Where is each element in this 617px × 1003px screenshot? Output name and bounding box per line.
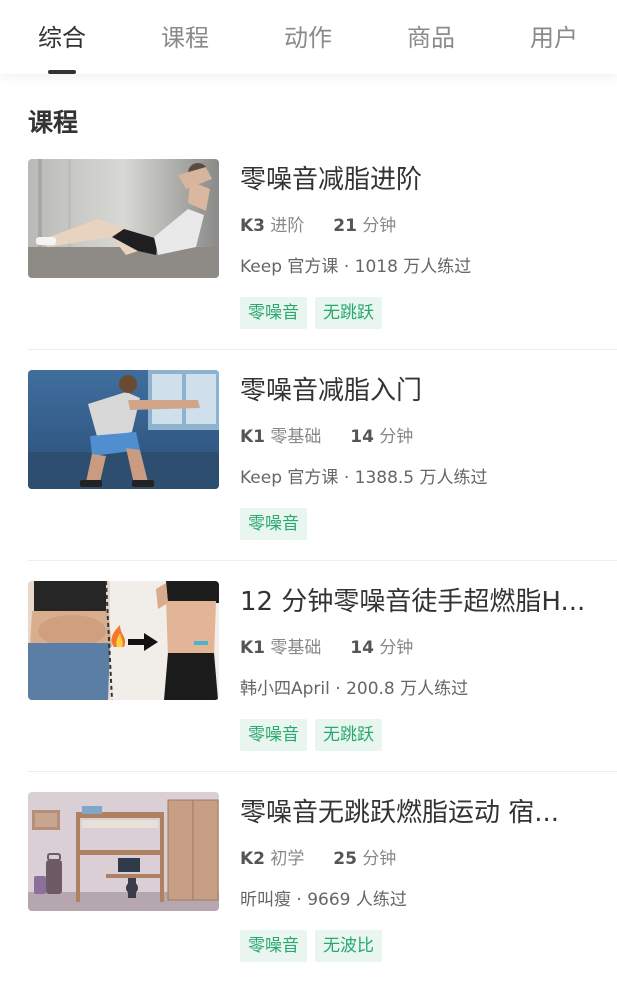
tab-exercises[interactable]: 动作 (248, 18, 368, 58)
course-duration-unit: 分钟 (379, 427, 414, 447)
course-tags: 零噪音 无跳跃 (240, 297, 390, 329)
course-duration: 21 (333, 216, 357, 236)
tab-users[interactable]: 用户 (494, 18, 614, 58)
before-after-photo-image (28, 581, 219, 700)
course-item[interactable]: 零噪音减脂入门 K1 零基础 14 分钟 Keep 官方课 · 1388.5 万… (0, 370, 617, 581)
course-tag: 无跳跃 (315, 719, 382, 751)
course-tag: 零噪音 (240, 930, 307, 962)
tab-all[interactable]: 综合 (2, 18, 122, 58)
squat-photo-image (28, 370, 219, 489)
course-source: 韩小四April · 200.8 万人练过 (240, 679, 469, 699)
course-meta: K1 零基础 14 分钟 (240, 424, 413, 450)
course-item[interactable]: 零噪音无跳跃燃脂运动 宿... K2 初学 25 分钟 昕叫瘦 · 9669 人… (0, 792, 617, 1003)
course-meta: K3 进阶 21 分钟 (240, 213, 396, 239)
course-level-text: 零基础 (270, 427, 322, 447)
course-meta: K2 初学 25 分钟 (240, 846, 396, 872)
course-tag: 零噪音 (240, 508, 307, 540)
course-duration: 14 (350, 638, 374, 658)
course-duration-unit: 分钟 (379, 638, 414, 658)
course-title: 12 分钟零噪音徒手超燃脂H... (240, 587, 586, 617)
search-tab-bar: 综合 课程 动作 商品 用户 (0, 0, 617, 74)
tab-courses[interactable]: 课程 (125, 18, 245, 58)
sit-up-photo-image (28, 159, 219, 278)
course-thumbnail (28, 792, 219, 911)
course-title: 零噪音无跳跃燃脂运动 宿... (240, 798, 560, 828)
course-source: Keep 官方课 · 1388.5 万人练过 (240, 468, 488, 488)
divider (28, 349, 617, 350)
course-duration-unit: 分钟 (362, 216, 397, 236)
course-tag: 零噪音 (240, 297, 307, 329)
course-level: K1 (240, 427, 266, 447)
course-level-text: 进阶 (270, 216, 305, 236)
dorm-room-illustration-image (28, 792, 219, 911)
course-thumbnail (28, 159, 219, 278)
course-source: Keep 官方课 · 1018 万人练过 (240, 257, 472, 277)
course-level-text: 零基础 (270, 638, 322, 658)
course-meta: K1 零基础 14 分钟 (240, 635, 413, 661)
course-tags: 零噪音 无跳跃 (240, 719, 390, 751)
course-duration: 25 (333, 849, 357, 869)
course-title: 零噪音减脂进阶 (240, 165, 423, 195)
course-thumbnail (28, 370, 219, 489)
course-tag: 无波比 (315, 930, 382, 962)
course-duration-unit: 分钟 (362, 849, 397, 869)
course-level-text: 初学 (270, 849, 305, 869)
course-tag: 零噪音 (240, 719, 307, 751)
course-item[interactable]: 12 分钟零噪音徒手超燃脂H... K1 零基础 14 分钟 韩小四April … (0, 581, 617, 792)
course-level: K2 (240, 849, 266, 869)
course-item[interactable]: 零噪音减脂进阶 K3 进阶 21 分钟 Keep 官方课 · 1018 万人练过… (0, 159, 617, 370)
divider (28, 771, 617, 772)
course-source: 昕叫瘦 · 9669 人练过 (240, 890, 407, 910)
course-title: 零噪音减脂入门 (240, 376, 423, 406)
course-thumbnail (28, 581, 219, 700)
course-level: K1 (240, 638, 266, 658)
section-title: 课程 (28, 108, 79, 137)
tab-products[interactable]: 商品 (371, 18, 491, 58)
course-tag: 无跳跃 (315, 297, 382, 329)
course-duration: 14 (350, 427, 374, 447)
active-tab-indicator (48, 70, 76, 74)
divider (28, 560, 617, 561)
course-level: K3 (240, 216, 266, 236)
course-tags: 零噪音 无波比 (240, 930, 390, 962)
course-tags: 零噪音 (240, 508, 315, 540)
